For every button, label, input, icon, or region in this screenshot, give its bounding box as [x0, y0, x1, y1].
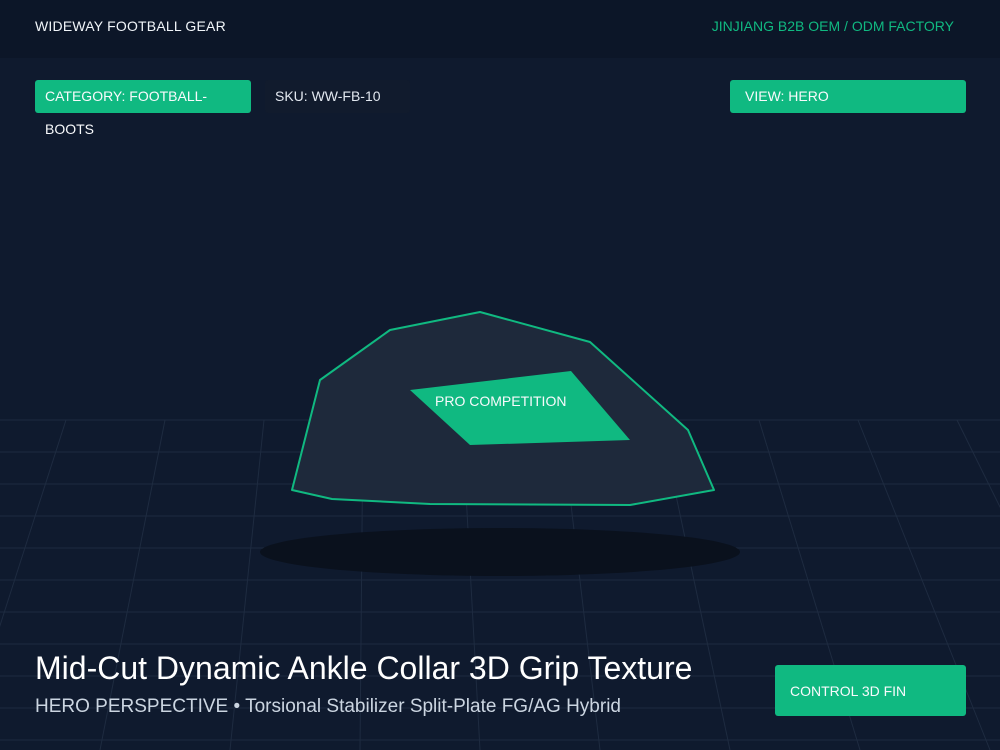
control-3d-button[interactable]: CONTROL 3D FIN [775, 665, 966, 716]
sku-chip: SKU: WW-FB-10 [265, 80, 410, 113]
model-shadow [260, 528, 740, 576]
badge-label: PRO COMPETITION [435, 393, 566, 409]
product-subtitle: HERO PERSPECTIVE • Torsional Stabilizer … [35, 696, 621, 717]
view-chip[interactable]: VIEW: HERO [730, 80, 966, 113]
category-chip[interactable]: CATEGORY: FOOTBALL-BOOTS [35, 80, 251, 137]
product-title: Mid-Cut Dynamic Ankle Collar 3D Grip Tex… [35, 650, 693, 686]
